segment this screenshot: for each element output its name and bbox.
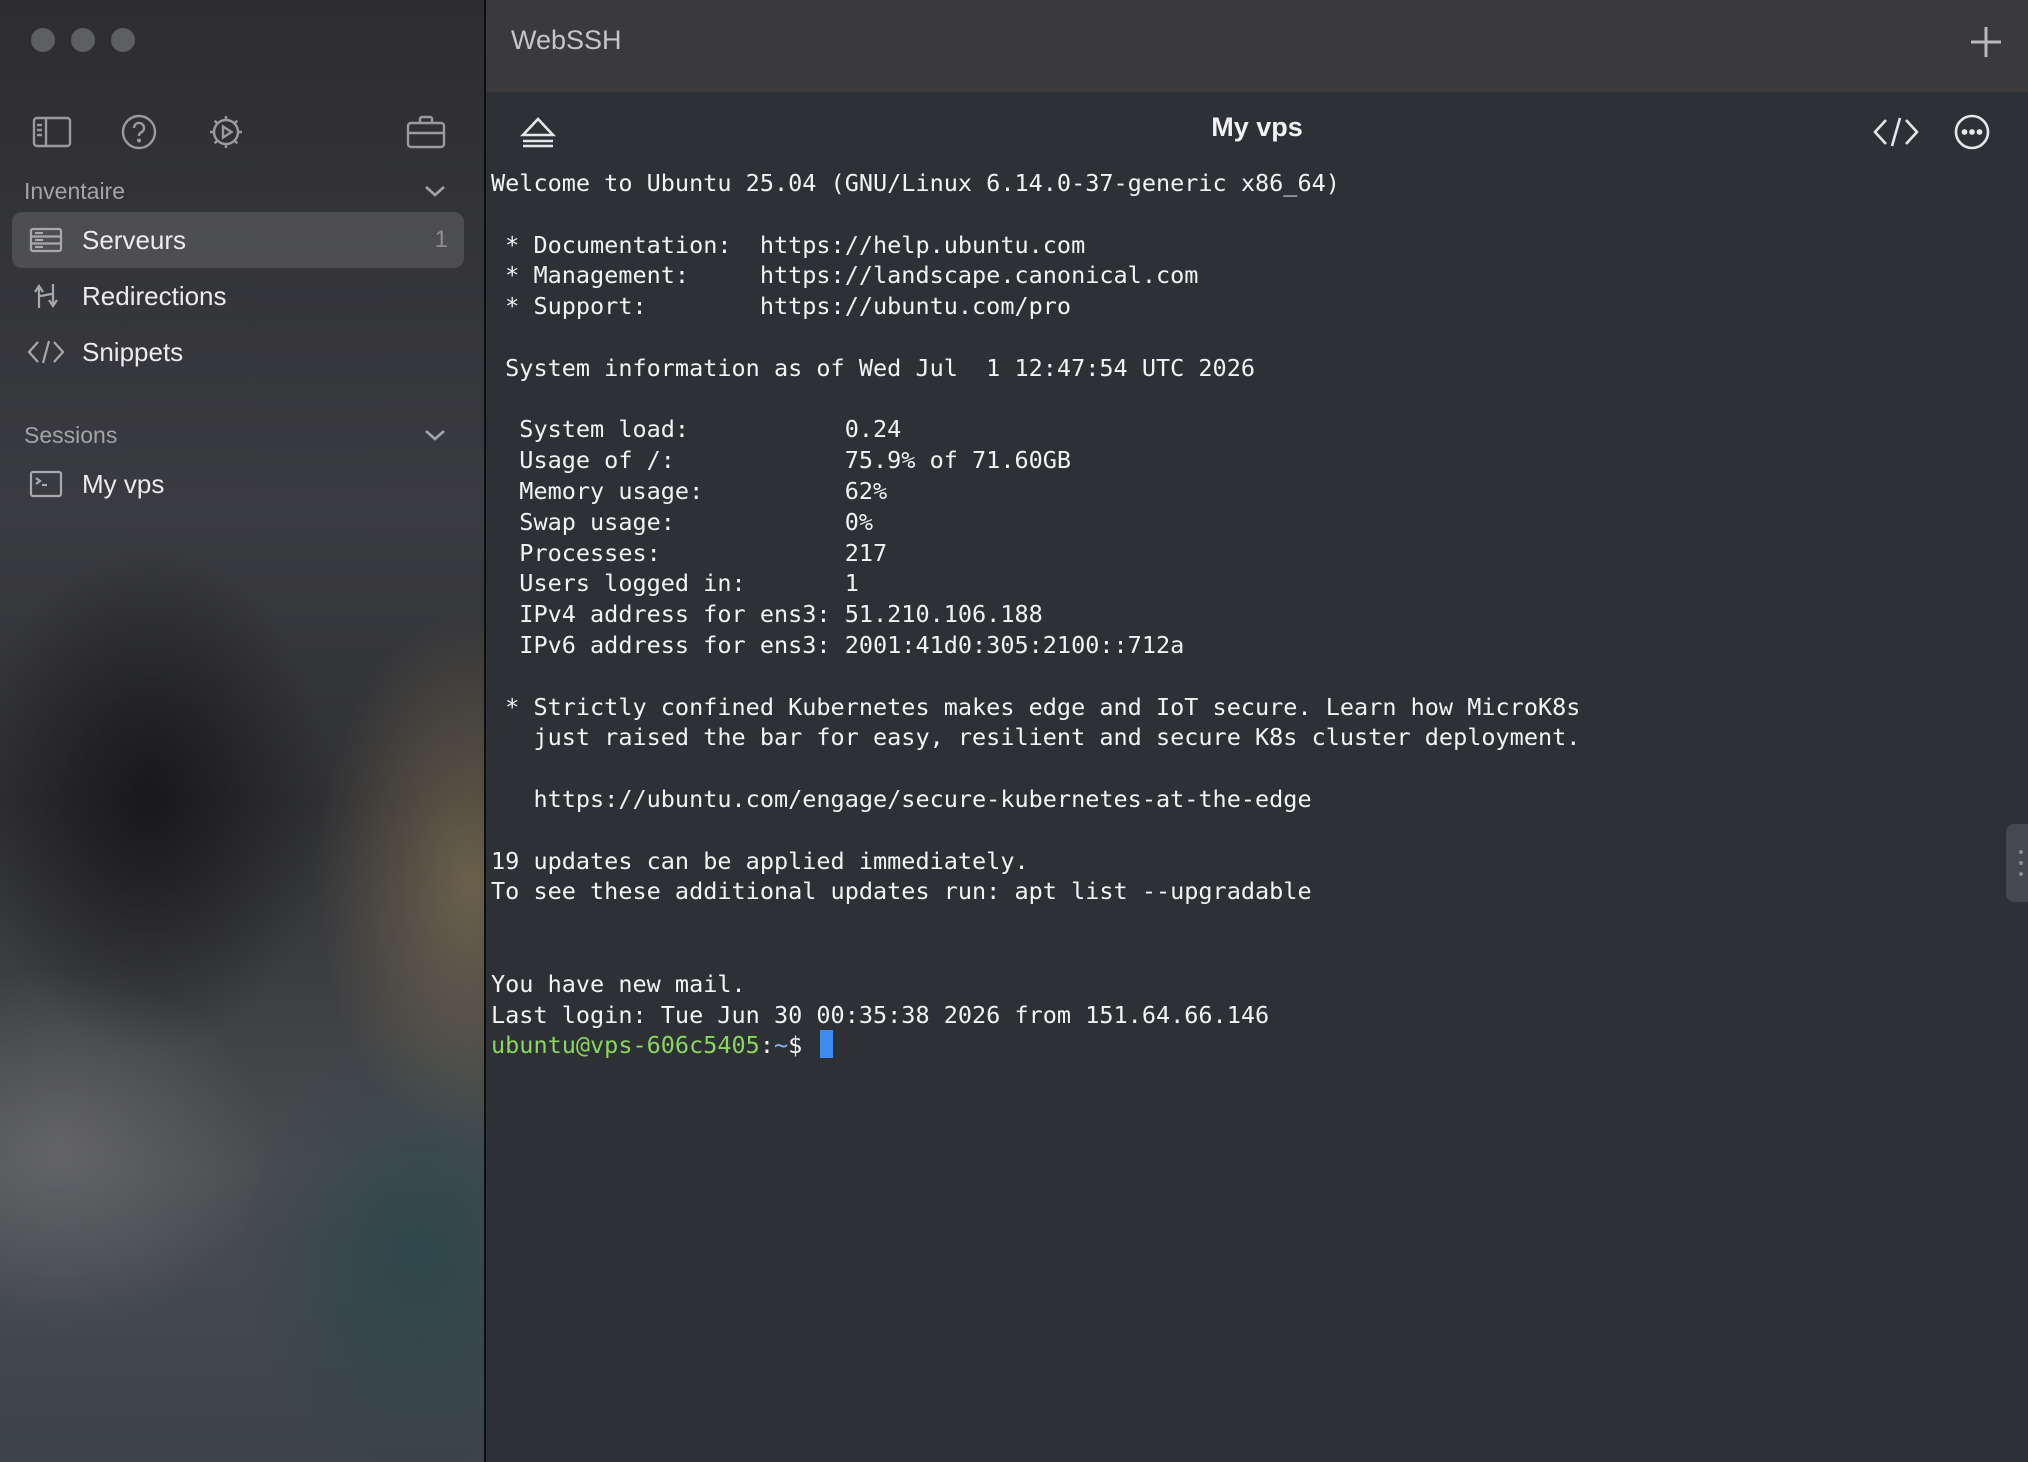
prompt-user-host: ubuntu@vps-606c5405 [491,1031,760,1060]
terminal-line: IPv4 address for ens3: 51.210.106.188 [491,600,1043,629]
terminal-prompt-line[interactable]: ubuntu@vps-606c5405:~$ [491,1030,1991,1061]
server-icon [26,220,66,260]
sidebar-item-snippets[interactable]: Snippets [12,324,464,380]
sidebar-item-label: Serveurs [82,224,187,255]
sidebar-item-label: Snippets [82,336,184,367]
more-icon [1954,114,1990,150]
terminal-line: System load: 0.24 [491,415,902,444]
code-icon [26,332,66,372]
help-icon[interactable] [117,110,161,154]
terminal-line: Swap usage: 0% [491,507,874,536]
chevron-down-icon[interactable] [424,428,446,442]
terminal-cursor [820,1030,834,1059]
terminal-line: You have new mail. [491,969,746,998]
window-controls [31,28,135,52]
terminal-line: just raised the bar for easy, resilient … [491,723,1581,752]
terminal-line: To see these additional updates run: apt… [491,877,1312,906]
terminal-line: * Support: https://ubuntu.com/pro [491,292,1072,321]
settings-icon[interactable] [204,110,248,154]
terminal-line: Welcome to Ubuntu 25.04 (GNU/Linux 6.14.… [491,169,1340,197]
close-window-button[interactable] [31,28,55,52]
app-window: Inventaire Serveurs 1 Redirections Snipp… [0,0,2028,1462]
sidebar-item-redirections[interactable]: Redirections [12,268,464,324]
terminal-line: IPv6 address for ens3: 2001:41d0:305:210… [491,630,1185,659]
sidebar-toggle-icon[interactable] [30,110,74,154]
briefcase-icon[interactable] [404,110,448,154]
side-panel-handle[interactable] [2006,824,2028,902]
terminal-line: Usage of /: 75.9% of 71.60GB [491,446,1072,475]
main-panel: WebSSH My vps Welcome to Ubuntu 25.04 (G… [486,0,2028,1462]
terminal-line: System information as of Wed Jul 1 12:47… [491,353,1256,382]
terminal-line: * Management: https://landscape.canonica… [491,261,1199,290]
terminal-output[interactable]: Welcome to Ubuntu 25.04 (GNU/Linux 6.14.… [491,168,1991,1448]
zoom-window-button[interactable] [111,28,135,52]
item-count-badge: 1 [434,226,448,253]
terminal-line: * Strictly confined Kubernetes makes edg… [491,692,1581,721]
snippets-button[interactable] [1870,106,1922,158]
chevron-down-icon[interactable] [424,184,446,198]
prompt-path: ~ [773,1031,789,1060]
terminal-line: https://ubuntu.com/engage/secure-kuberne… [491,784,1312,813]
titlebar: WebSSH [486,0,2028,92]
sidebar-item-serveurs[interactable]: Serveurs 1 [12,212,464,268]
session-title: My vps [1211,112,1303,142]
handle-dot [2019,850,2023,854]
minimize-window-button[interactable] [71,28,95,52]
terminal-line: * Documentation: https://help.ubuntu.com [491,230,1086,259]
prompt-symbol: $ [788,1031,817,1060]
plus-icon [1971,27,2001,57]
section-label: Sessions [24,421,118,448]
sidebar-item-my-vps[interactable]: My vps [12,456,464,512]
redirect-icon [26,276,66,316]
terminal-line: Processes: 217 [491,538,888,567]
add-tab-button[interactable] [1962,18,2010,66]
terminal-line: Users logged in: 1 [491,569,859,598]
handle-dot [2019,861,2023,865]
terminal-icon [26,464,66,504]
sidebar-item-label: My vps [82,468,165,499]
terminal-line: 19 updates can be applied immediately. [491,846,1029,875]
section-header-sessions[interactable]: Sessions [24,418,454,452]
prompt-separator: : [759,1031,774,1060]
code-icon [1873,117,1919,147]
more-options-button[interactable] [1946,106,1998,158]
sidebar-item-label: Redirections [82,280,227,311]
handle-dot [2019,872,2023,876]
sidebar-toolbar [30,110,450,154]
section-header-inventaire[interactable]: Inventaire [24,174,454,208]
window-title: WebSSH [511,25,622,55]
sidebar: Inventaire Serveurs 1 Redirections Snipp… [0,0,484,1462]
terminal-line: Memory usage: 62% [491,476,888,505]
section-label: Inventaire [24,177,126,204]
terminal-line: Last login: Tue Jun 30 00:35:38 2026 fro… [491,1000,1270,1029]
session-header: My vps [486,92,2028,168]
